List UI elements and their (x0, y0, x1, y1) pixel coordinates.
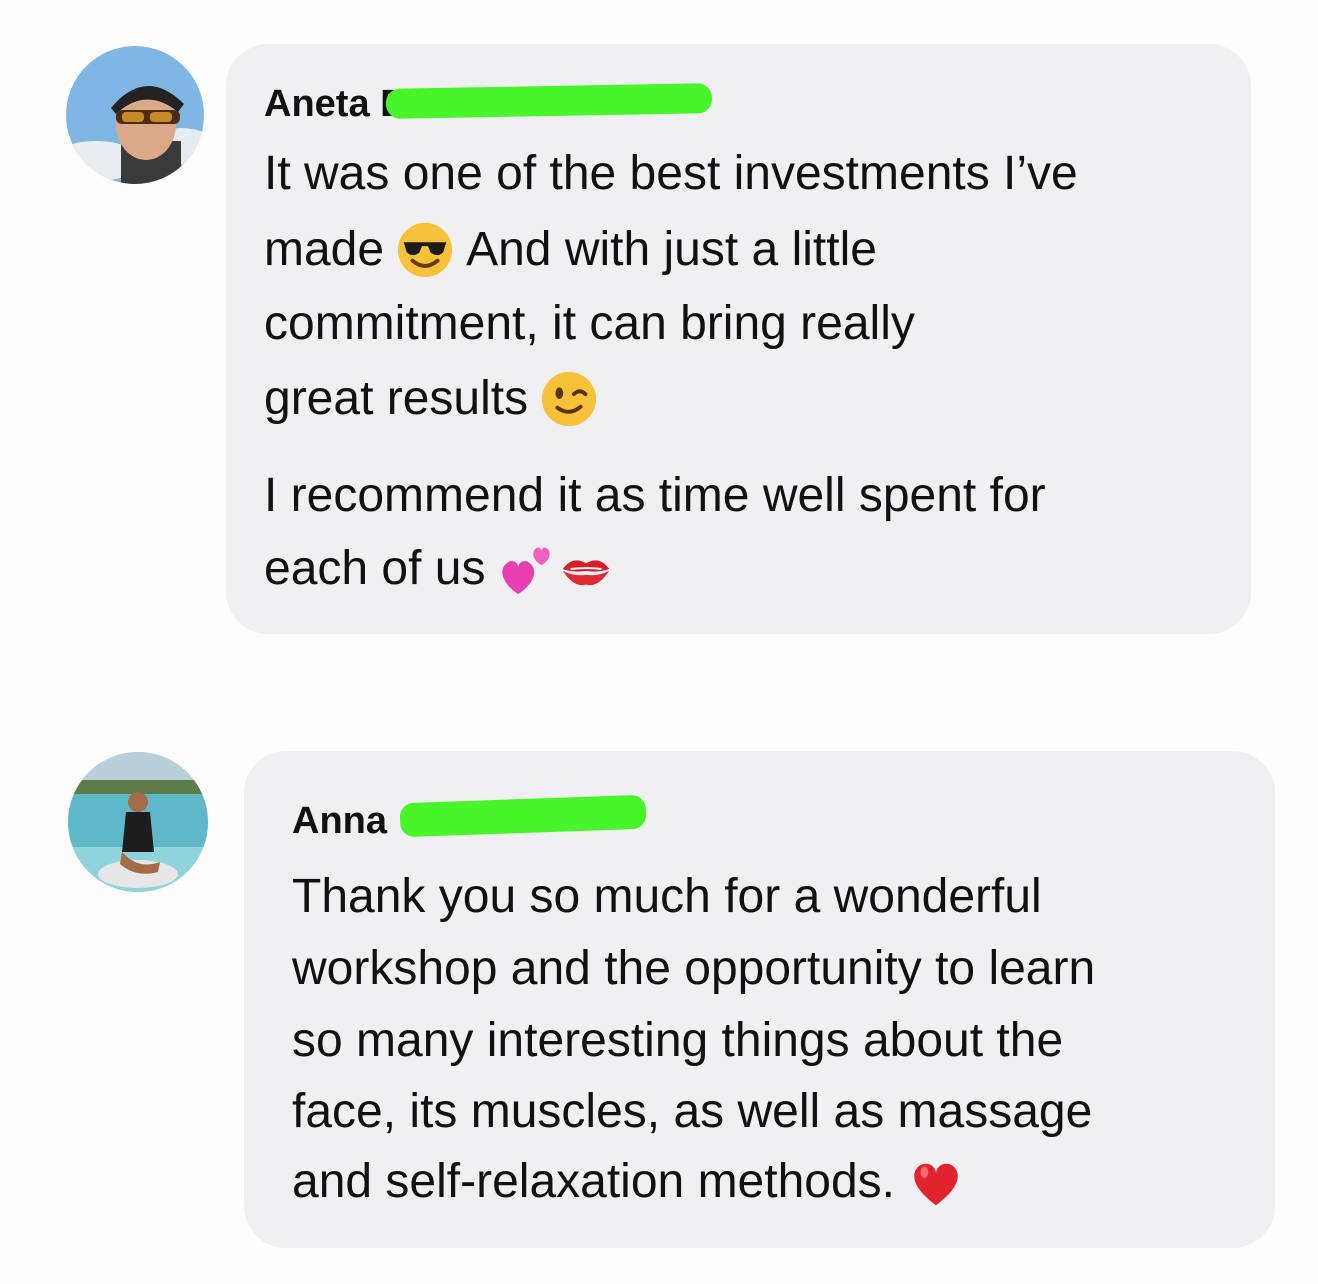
comment-bubble: Aneta B It was one of the best investmen… (226, 44, 1251, 634)
comment-author[interactable]: Anna (292, 799, 387, 843)
comment-text-line: and self-relaxation methods. (292, 1153, 977, 1211)
comment-text-line: so many interesting things about the (292, 1014, 1064, 1067)
redaction-mark (399, 794, 647, 838)
comment-text-line: great results (264, 370, 610, 428)
comment-text-line: face, its muscles, as well as massage (292, 1085, 1093, 1138)
comment-text-line: workshop and the opportunity to learn (292, 942, 1096, 995)
comment-text-line: made And with just a little (264, 221, 877, 279)
kiss-mark-icon (557, 540, 615, 598)
winking-face-icon (540, 370, 598, 428)
red-heart-icon (907, 1153, 965, 1211)
avatar-pool-photo (68, 752, 208, 892)
two-hearts-icon (497, 540, 555, 598)
comment-text-line: I recommend it as time well spent for (264, 469, 1046, 522)
comment-text-line: Thank you so much for a wonderful (292, 870, 1042, 923)
avatar[interactable] (68, 752, 208, 892)
avatar-cyclist-photo (66, 46, 204, 184)
comment-text-line: commitment, it can bring really (264, 297, 915, 350)
comment-text-line: each of us (264, 540, 627, 598)
comment-text-line: It was one of the best investments I’ve (264, 147, 1078, 200)
redaction-mark (385, 83, 713, 119)
avatar[interactable] (66, 46, 204, 184)
smiling-face-with-sunglasses-icon (396, 221, 454, 279)
comment-bubble: Anna Thank you so much for a wonderful w… (244, 751, 1275, 1248)
